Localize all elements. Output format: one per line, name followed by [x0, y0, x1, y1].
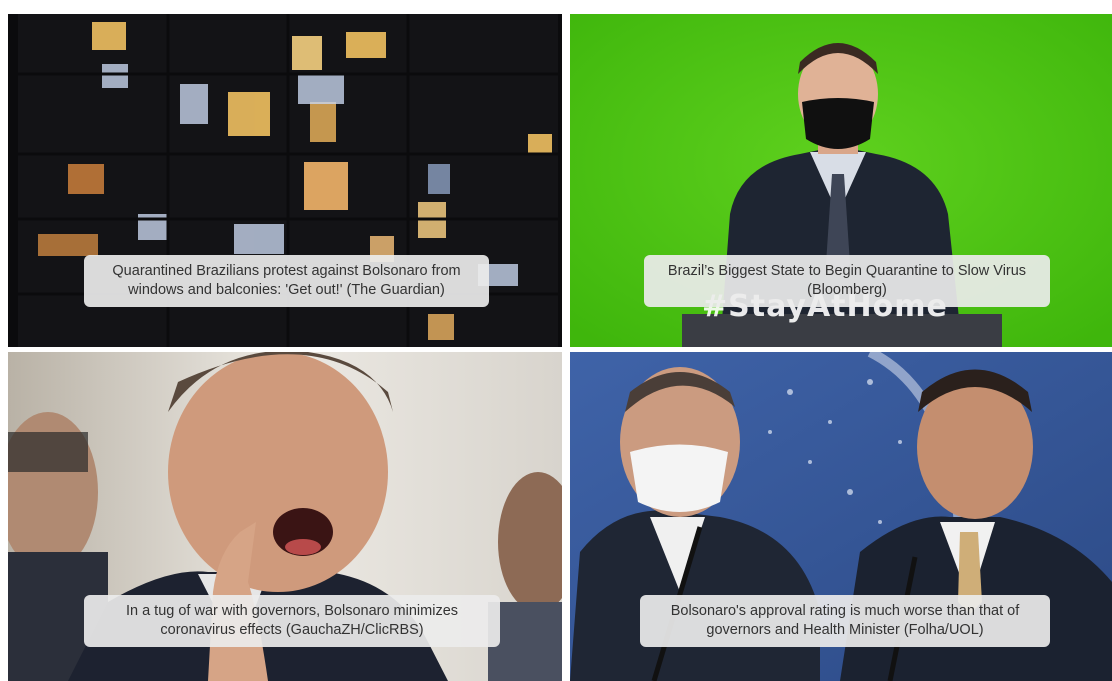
caption-bloomberg: Brazil’s Biggest State to Begin Quaranti…	[644, 255, 1050, 307]
caption-guardian: Quarantined Brazilians protest against B…	[84, 255, 489, 307]
panel-green-screen: #StayAtHome Brazil’s Biggest State to Be…	[570, 14, 1112, 347]
caption-line-1: Brazil’s Biggest State to Begin Quaranti…	[667, 263, 1027, 279]
caption-gauchazh: In a tug of war with governors, Bolsonar…	[84, 595, 500, 647]
caption-line-2: (Bloomberg)	[807, 282, 887, 298]
caption-line-1: Quarantined Brazilians protest against B…	[112, 263, 461, 279]
caption-line-1: In a tug of war with governors, Bolsonar…	[125, 603, 459, 619]
panel-press-conference: Bolsonaro's approval rating is much wors…	[570, 352, 1112, 681]
caption-line-2: coronavirus effects (GauchaZH/ClicRBS)	[160, 622, 424, 638]
caption-folha: Bolsonaro's approval rating is much wors…	[640, 595, 1050, 647]
caption-line-2: windows and balconies: 'Get out!' (The G…	[128, 282, 445, 298]
caption-line-1: Bolsonaro's approval rating is much wors…	[670, 603, 1020, 619]
panel-night-building: Quarantined Brazilians protest against B…	[8, 14, 562, 347]
news-collage: Quarantined Brazilians protest against B…	[0, 0, 1112, 681]
panel-shouting-man: In a tug of war with governors, Bolsonar…	[8, 352, 562, 681]
caption-line-2: governors and Health Minister (Folha/UOL…	[706, 622, 984, 638]
